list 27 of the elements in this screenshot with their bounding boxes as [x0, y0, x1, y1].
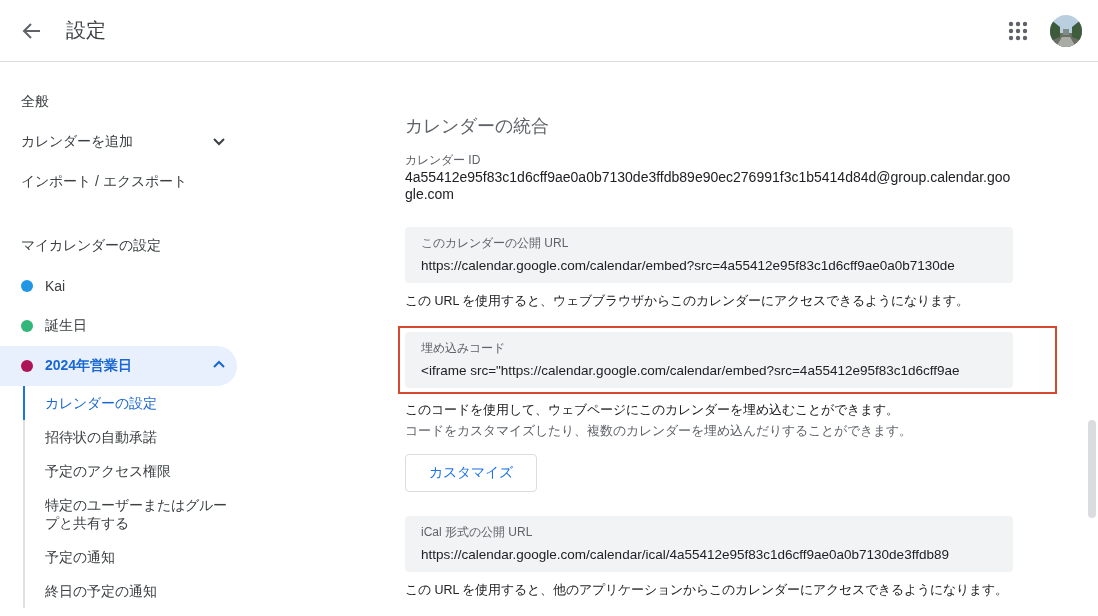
sidebar-item[interactable]: インポート / エクスポート: [0, 162, 237, 202]
help-text: この URL を使用すると、ウェブブラウザからこのカレンダーにアクセスできるようになります。: [405, 293, 971, 310]
section-heading: マイカレンダーの設定: [21, 236, 162, 255]
text-field[interactable]: iCal 形式の公開 URL https://calendar.google.com/calendar/ical/4a55412e95f83c1d6cff9ae0a0b7130de3ffdb89: [405, 516, 1013, 572]
customize-button[interactable]: カスタマイズ: [405, 454, 537, 492]
sidebar-subitem[interactable]: カレンダーの設定: [23, 386, 237, 420]
sidebar-subitem[interactable]: 予定のアクセス権限: [23, 454, 237, 488]
apps-grid-icon[interactable]: [1008, 20, 1028, 41]
page-title: 設定: [66, 18, 106, 43]
sidebar-subitem[interactable]: 終日の予定の通知: [23, 574, 237, 608]
sidebar-subitem[interactable]: 予定の通知: [23, 540, 237, 574]
sidebar-subitem[interactable]: 招待状の自動承諾: [23, 420, 237, 454]
calendar-id-text: 4a55412e95f83c1d6cff9ae0a0b7130de3ffdb89e90ec276991f3c1b5414d84d@group.calendar.google.com: [405, 169, 1012, 203]
sidebar-item[interactable]: 全般: [0, 82, 237, 122]
text-field[interactable]: 埋め込みコード <iframe src="https://calendar.google.com/calendar/embed?src=4a55412e95f83c1d6cff9ae: [405, 332, 1013, 388]
calendar-item[interactable]: Kai: [0, 266, 237, 306]
help-text: この URL を使用すると、他のアプリケーションからこのカレンダーにアクセスできるようになります。: [405, 582, 1010, 599]
section-title: カレンダーの統合: [405, 115, 550, 138]
sidebar-item[interactable]: カレンダーを追加: [0, 122, 237, 162]
sidebar-subitem[interactable]: 特定のユーザーまたはグループと共有する: [23, 488, 237, 540]
help-text: コードをカスタマイズしたり、複数のカレンダーを埋め込んだりすることができます。: [405, 423, 913, 440]
help-text: このコードを使用して、ウェブページにこのカレンダーを埋め込むことができます。: [405, 402, 900, 419]
calendar-item[interactable]: 誕生日: [0, 306, 237, 346]
scrollbar[interactable]: [1088, 420, 1096, 518]
field-label: カレンダー ID: [405, 152, 482, 169]
text-field[interactable]: このカレンダーの公開 URL https://calendar.google.com/calendar/embed?src=4a55412e95f83c1d6cff9ae0a0b7130de: [405, 227, 1013, 283]
calendar-item[interactable]: 2024年営業日: [0, 346, 237, 386]
